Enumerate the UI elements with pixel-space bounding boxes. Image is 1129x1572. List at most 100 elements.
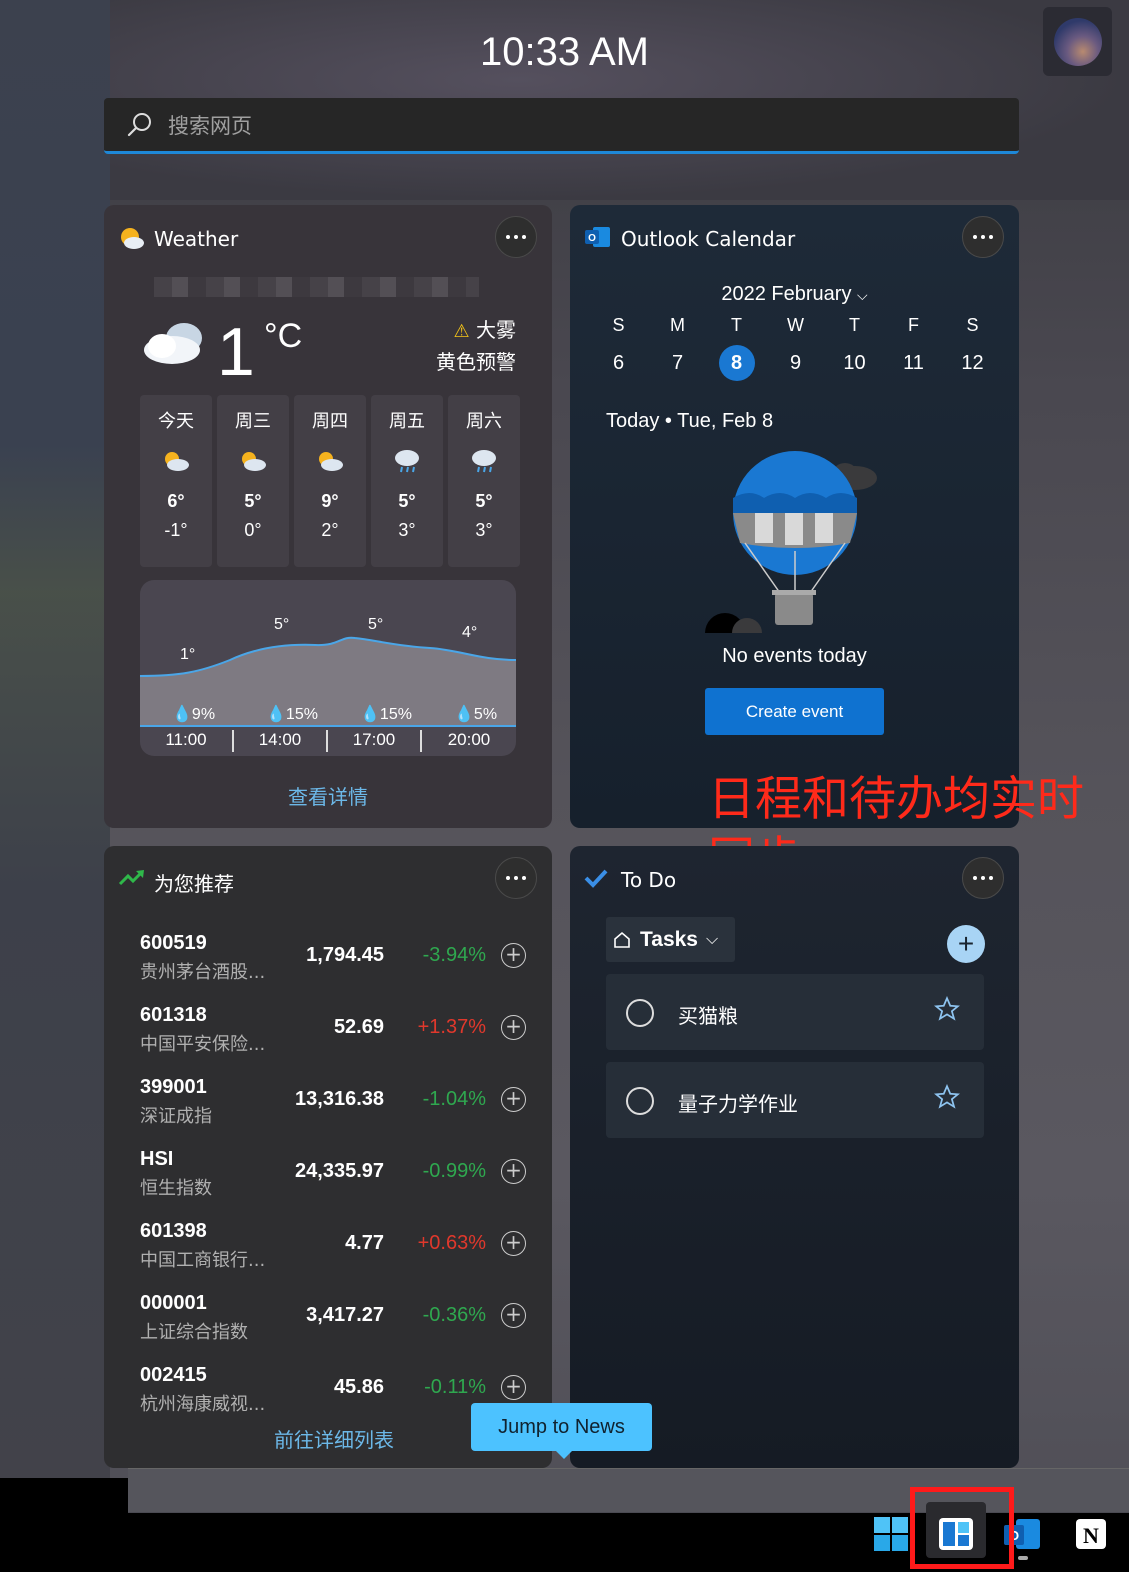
search-icon [127, 112, 151, 136]
forecast-day[interactable]: 周五 5° 3° [371, 395, 443, 567]
date-cell[interactable]: 6 [589, 345, 648, 381]
add-stock-button[interactable]: + [501, 1303, 526, 1328]
add-stock-button[interactable]: + [501, 1231, 526, 1256]
cloudy-icon [144, 323, 202, 364]
stock-name: 深证成指 [140, 1106, 212, 1127]
hourly-temp: 5° [368, 616, 384, 633]
task-list-selector[interactable]: Tasks ⌵ [606, 917, 735, 962]
day-high: 5° [475, 491, 493, 511]
weather-more-button[interactable] [495, 216, 537, 258]
weather-details-link[interactable]: 查看详情 [104, 781, 552, 810]
svg-text:N: N [1083, 1523, 1099, 1548]
date-cell[interactable]: 11 [884, 345, 943, 381]
date-cell-selected[interactable]: 8 [707, 345, 766, 381]
weather-widget[interactable]: Weather 1 °C ⚠ 大雾 黄色预警 今天 6° -1° 周三 5° 0… [104, 205, 552, 828]
todo-more-button[interactable] [962, 857, 1004, 899]
today-label: Today • Tue, Feb 8 [606, 410, 774, 432]
temperature-unit: °C [264, 317, 303, 355]
search-box[interactable]: 搜索网页 [104, 98, 1019, 154]
stock-price: 4.77 [345, 1232, 384, 1254]
calendar-more-button[interactable] [962, 216, 1004, 258]
forecast-day[interactable]: 周四 9° 2° [294, 395, 366, 567]
add-task-button[interactable]: + [947, 925, 985, 963]
date-cell[interactable]: 10 [825, 345, 884, 381]
weather-title: Weather [154, 227, 239, 251]
forecast-day[interactable]: 今天 6° -1° [140, 395, 212, 567]
add-stock-button[interactable]: + [501, 1087, 526, 1112]
star-icon[interactable] [934, 996, 960, 1022]
raindrop-icon: 💧 [360, 706, 380, 723]
hourly-time: 17:00 [328, 730, 422, 752]
day-high: 9° [321, 491, 339, 511]
hourly-temp: 4° [462, 624, 478, 641]
weekday-header: S M T W T F S [589, 315, 1019, 336]
add-stock-button[interactable]: + [501, 943, 526, 968]
stock-price: 1,794.45 [306, 944, 384, 966]
partly-sunny-icon [319, 452, 343, 471]
date-cell[interactable]: 12 [943, 345, 1002, 381]
task-list-name: Tasks [640, 927, 698, 951]
day-high: 5° [244, 491, 262, 511]
stock-code: 601318 [140, 1004, 207, 1026]
task-item[interactable]: 量子力学作业 [606, 1062, 984, 1138]
task-title: 买猫粮 [678, 1004, 738, 1028]
calendar-title: Outlook Calendar [621, 227, 796, 251]
jump-to-news-button[interactable]: Jump to News [471, 1403, 652, 1451]
weather-alert[interactable]: ⚠ 大雾 黄色预警 [436, 315, 516, 377]
stock-change: -0.11% [424, 1376, 486, 1398]
search-input[interactable]: 搜索网页 [168, 110, 252, 140]
current-temperature: 1 [217, 314, 255, 390]
hourly-precip: 💧15% [266, 706, 318, 723]
weekday-label: S [966, 315, 979, 335]
add-stock-button[interactable]: + [501, 1159, 526, 1184]
task-checkbox[interactable] [626, 999, 654, 1027]
create-event-button[interactable]: Create event [705, 688, 884, 735]
stock-code: HSI [140, 1148, 174, 1170]
day-low: 2° [321, 520, 339, 540]
stock-row[interactable]: HSI 恒生指数 24,335.97 -0.99% + [140, 1148, 540, 1208]
running-indicator [1018, 1556, 1028, 1560]
add-stock-button[interactable]: + [501, 1375, 526, 1400]
todo-widget[interactable]: To Do Tasks ⌵ + 买猫粮 量子力学作业 [570, 846, 1019, 1468]
forecast-day[interactable]: 周三 5° 0° [217, 395, 289, 567]
stock-row[interactable]: 600519 贵州茅台酒股... 1,794.45 -3.94% + [140, 932, 540, 992]
stock-row[interactable]: 601398 中国工商银行... 4.77 +0.63% + [140, 1220, 540, 1280]
stocks-more-button[interactable] [495, 857, 537, 899]
clock: 10:33 AM [479, 30, 649, 74]
notion-icon[interactable]: N [1072, 1515, 1110, 1553]
day-label: 周三 [235, 411, 271, 432]
star-icon[interactable] [934, 1084, 960, 1110]
partly-sunny-icon [242, 452, 266, 471]
stock-row[interactable]: 000001 上证综合指数 3,417.27 -0.36% + [140, 1292, 540, 1352]
hourly-forecast[interactable]: 1° 5° 5° 4° 💧9% 💧15% 💧15% 💧5% 11:00 14:0… [140, 580, 516, 756]
day-label: 周四 [312, 411, 348, 432]
warning-icon: ⚠ [453, 321, 470, 342]
forecast-day[interactable]: 周六 5° 3° [448, 395, 520, 567]
task-checkbox[interactable] [626, 1087, 654, 1115]
weather-logo-icon [121, 228, 144, 249]
weekday-label: S [612, 315, 625, 335]
stock-change: -1.04% [422, 1088, 486, 1110]
date-cell[interactable]: 7 [648, 345, 707, 381]
calendar-widget[interactable]: O Outlook Calendar 2022 February ⌵ S M T… [570, 205, 1019, 828]
stocks-widget[interactable]: 为您推荐 600519 贵州茅台酒股... 1,794.45 -3.94% + … [104, 846, 552, 1468]
task-item[interactable]: 买猫粮 [606, 974, 984, 1050]
stock-row[interactable]: 399001 深证成指 13,316.38 -1.04% + [140, 1076, 540, 1136]
month-selector[interactable]: 2022 February ⌵ [570, 283, 1019, 306]
weekday-label: W [787, 315, 804, 335]
stock-code: 600519 [140, 932, 207, 954]
chevron-down-icon: ⌵ [857, 287, 868, 303]
task-title: 量子力学作业 [678, 1092, 798, 1116]
location-blurred [154, 277, 479, 297]
partly-sunny-icon [165, 452, 189, 471]
hourly-time: 11:00 [140, 730, 234, 752]
windows-start-icon[interactable] [872, 1515, 910, 1553]
stock-price: 52.69 [333, 1016, 384, 1038]
stock-code: 399001 [140, 1076, 207, 1098]
add-stock-button[interactable]: + [501, 1015, 526, 1040]
stock-price: 13,316.38 [295, 1088, 384, 1110]
stock-row[interactable]: 601318 中国平安保险... 52.69 +1.37% + [140, 1004, 540, 1064]
day-high: 5° [398, 491, 416, 511]
avatar[interactable] [1043, 7, 1112, 76]
date-cell[interactable]: 9 [766, 345, 825, 381]
